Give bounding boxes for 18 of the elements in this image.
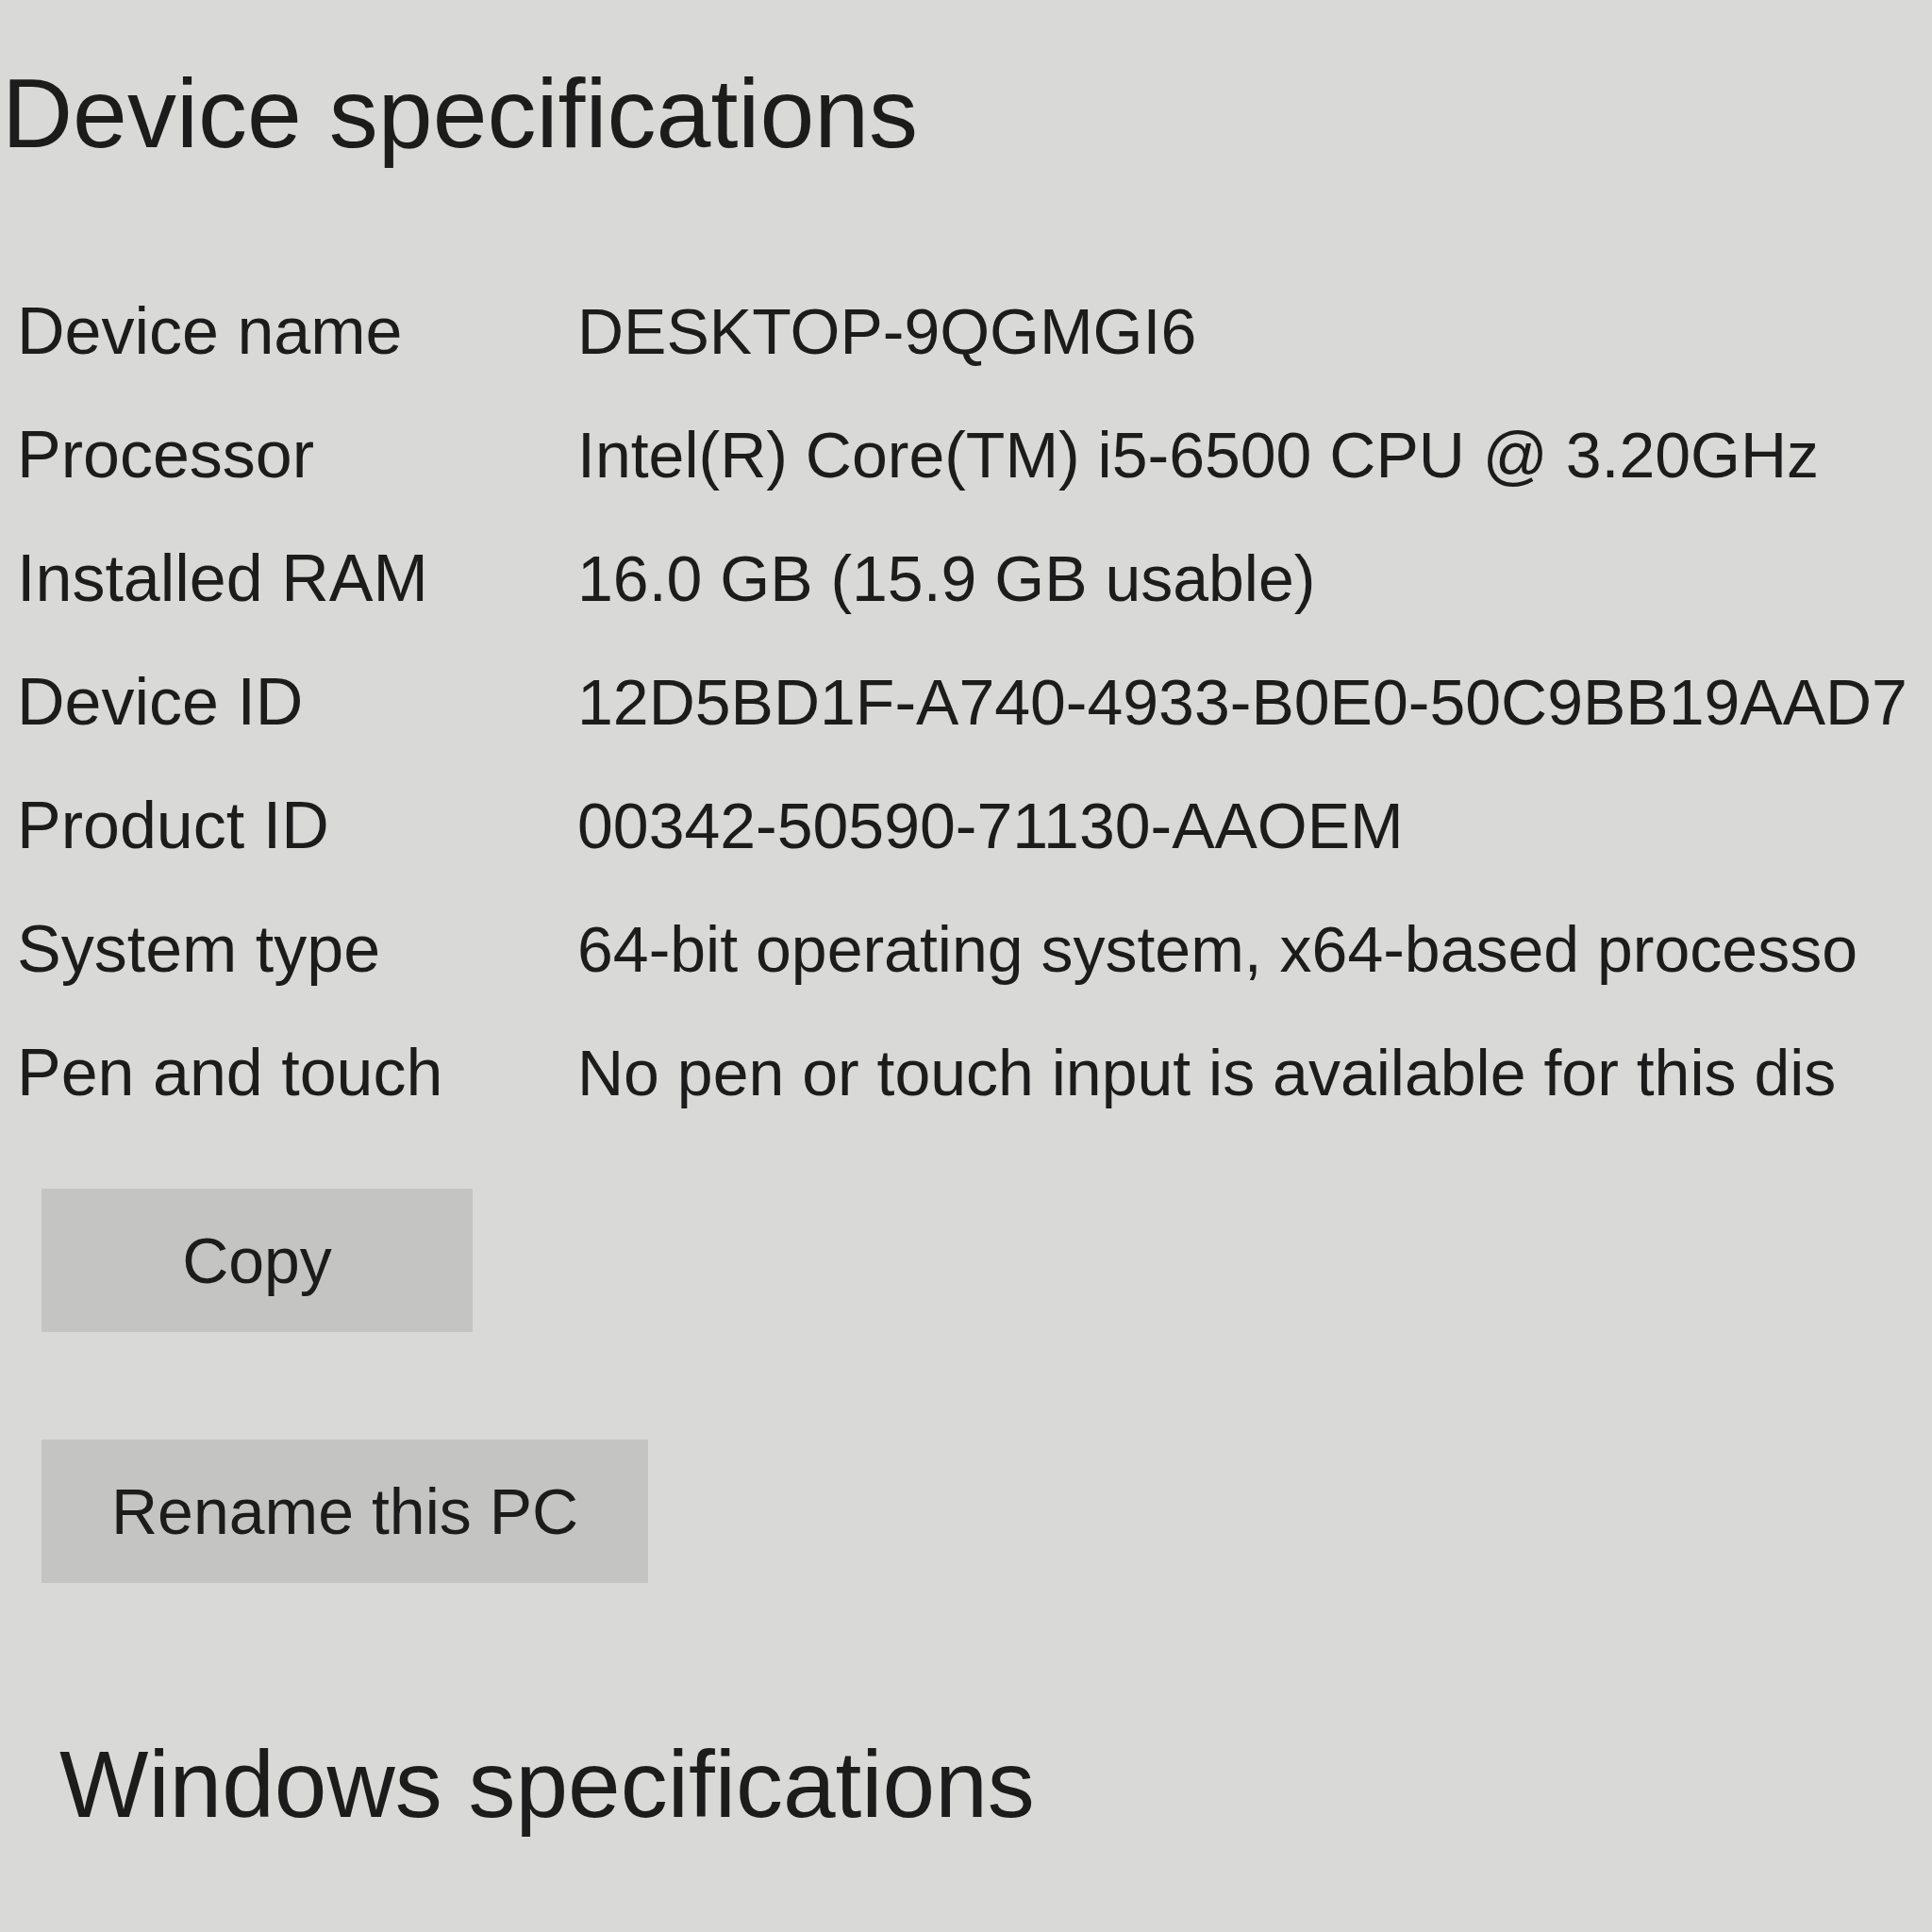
spec-value: 64-bit operating system, x64-based processo <box>577 911 1857 987</box>
spec-label: Device name <box>17 292 404 370</box>
spec-label: System type <box>17 910 382 988</box>
spec-value: Intel(R) Core(TM) i5-6500 CPU @ 3.20GHz <box>577 417 1820 492</box>
spec-value: 12D5BD1F-A740-4933-B0E0-50C9BB19AAD7 <box>577 664 1907 740</box>
page-title: Device specifications <box>2 58 919 170</box>
section-heading: Windows specifications <box>59 1729 1035 1839</box>
spec-label: Installed RAM <box>17 540 429 617</box>
spec-value: 16.0 GB (15.9 GB usable) <box>577 541 1316 616</box>
action-button[interactable]: Rename this PC <box>42 1439 649 1583</box>
spec-value: 00342-50590-71130-AAOEM <box>577 788 1404 863</box>
spec-label: Device ID <box>17 663 305 741</box>
spec-label: Processor <box>17 416 316 493</box>
action-button[interactable]: Copy <box>42 1188 473 1332</box>
spec-label: Product ID <box>17 787 330 864</box>
spec-value: DESKTOP-9QGMGI6 <box>577 293 1197 369</box>
spec-label: Pen and touch <box>17 1034 444 1111</box>
spec-value: No pen or touch input is available for this dis <box>577 1035 1837 1110</box>
